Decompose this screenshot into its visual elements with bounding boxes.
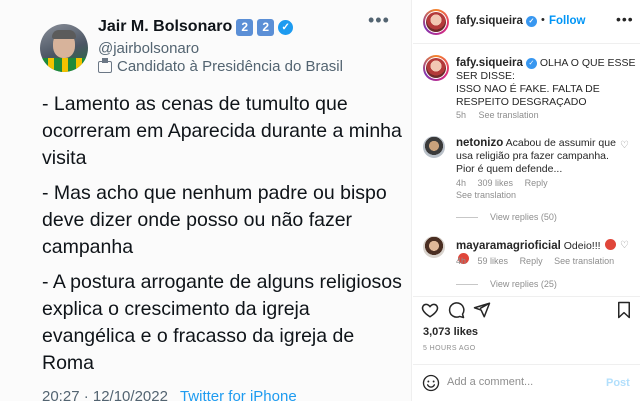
comment-text: netonizo Acabou de assumir que usa relig… bbox=[456, 137, 621, 176]
verified-icon: ✓ bbox=[278, 19, 294, 35]
tweet-body: - Lamento as cenas de tumulto que ocorre… bbox=[42, 91, 402, 385]
comment-icon[interactable] bbox=[447, 301, 465, 319]
view-replies-button[interactable]: View replies (50) bbox=[456, 212, 557, 222]
badge-number-icon: 2 bbox=[257, 18, 275, 36]
reply-button[interactable]: Reply bbox=[525, 178, 548, 188]
comment-likes[interactable]: 59 likes bbox=[478, 256, 509, 266]
tweet-paragraph: - Mas acho que nenhum padre ou bispo dev… bbox=[42, 182, 387, 258]
view-replies-button[interactable]: View replies (25) bbox=[456, 279, 557, 289]
avatar[interactable] bbox=[423, 55, 449, 81]
see-translation-link[interactable]: See translation bbox=[479, 110, 539, 120]
comment-time: 4h bbox=[456, 178, 467, 188]
tweet-more-icon: ••• bbox=[368, 10, 390, 30]
bookmark-icon[interactable] bbox=[616, 301, 632, 319]
action-bar bbox=[413, 296, 640, 324]
tweet-avatar bbox=[40, 24, 88, 72]
comment-body: Odeio!!! bbox=[563, 240, 601, 252]
tweet-role: Candidato à Presidência do Brasil bbox=[98, 57, 343, 75]
verified-icon: ✓ bbox=[525, 58, 537, 69]
avatar[interactable] bbox=[423, 136, 445, 158]
tweet-role-text: Candidato à Presidência do Brasil bbox=[117, 58, 343, 75]
see-translation-link[interactable]: See translation bbox=[554, 256, 614, 266]
ballot-box-icon bbox=[98, 57, 112, 73]
avatar[interactable] bbox=[423, 236, 445, 258]
tweet-source: Twitter for iPhone bbox=[179, 388, 297, 401]
caption-text: fafy.siqueira ✓ OLHA O QUE ESSE SER DISSE… bbox=[456, 57, 636, 109]
tweet-paragraph: - Lamento as cenas de tumulto que ocorre… bbox=[42, 93, 402, 169]
emoji-smile-icon[interactable] bbox=[422, 374, 440, 392]
post-sidebar: fafy.siqueira ✓ • Follow ••• fafy.siqueir… bbox=[413, 0, 640, 401]
caption-time: 5h bbox=[456, 110, 467, 120]
badge-number-icon: 2 bbox=[236, 18, 254, 36]
add-comment-row: Post bbox=[413, 364, 640, 401]
like-heart-icon[interactable]: ♡ bbox=[620, 240, 629, 251]
tweet-footer: 20:27 · 12/10/2022 Twitter for iPhone bbox=[42, 388, 297, 401]
verified-icon: ✓ bbox=[525, 16, 537, 27]
heart-icon[interactable] bbox=[421, 301, 439, 319]
tweet-author-name: Jair M. Bolsonaro bbox=[98, 18, 233, 35]
more-options-icon[interactable]: ••• bbox=[616, 11, 634, 27]
post-comment-button[interactable]: Post bbox=[606, 377, 630, 389]
share-icon[interactable] bbox=[473, 301, 491, 319]
comment-meta: 4h 309 likes Reply bbox=[456, 178, 557, 188]
separator-dot: • bbox=[541, 14, 545, 26]
like-heart-icon[interactable]: ♡ bbox=[620, 140, 629, 151]
reply-button[interactable]: Reply bbox=[520, 256, 543, 266]
likes-count[interactable]: 3,073 likes bbox=[423, 326, 478, 338]
post-image: Jair M. Bolsonaro 2 2 ✓ @jairbolsonaro C… bbox=[0, 0, 412, 401]
add-comment-input[interactable] bbox=[447, 376, 597, 388]
comment-time: 4h bbox=[456, 256, 467, 266]
tweet-timestamp: 20:27 · 12/10/2022 bbox=[42, 388, 168, 401]
comment-likes[interactable]: 309 likes bbox=[478, 178, 514, 188]
post-username[interactable]: fafy.siqueira ✓ bbox=[456, 15, 537, 27]
avatar[interactable] bbox=[423, 9, 449, 35]
comment-username[interactable]: netonizo bbox=[456, 137, 503, 149]
comment-username[interactable]: mayaramagrioficial bbox=[456, 240, 561, 252]
see-translation-link[interactable]: See translation bbox=[456, 190, 516, 200]
post-time-ago: 5 HOURS AGO bbox=[423, 345, 476, 352]
tweet-author-row: Jair M. Bolsonaro 2 2 ✓ bbox=[98, 18, 294, 36]
comment-meta: 4h 59 likes Reply See translation bbox=[456, 256, 623, 266]
angry-face-emoji-icon bbox=[605, 239, 617, 250]
caption-meta: 5h See translation bbox=[456, 110, 549, 120]
caption-username[interactable]: fafy.siqueira bbox=[456, 57, 523, 69]
follow-button[interactable]: Follow bbox=[549, 15, 585, 27]
post-header: fafy.siqueira ✓ • Follow ••• bbox=[413, 0, 640, 44]
tweet-paragraph: - A postura arrogante de alguns religios… bbox=[42, 271, 402, 374]
tweet-handle: @jairbolsonaro bbox=[98, 40, 200, 57]
